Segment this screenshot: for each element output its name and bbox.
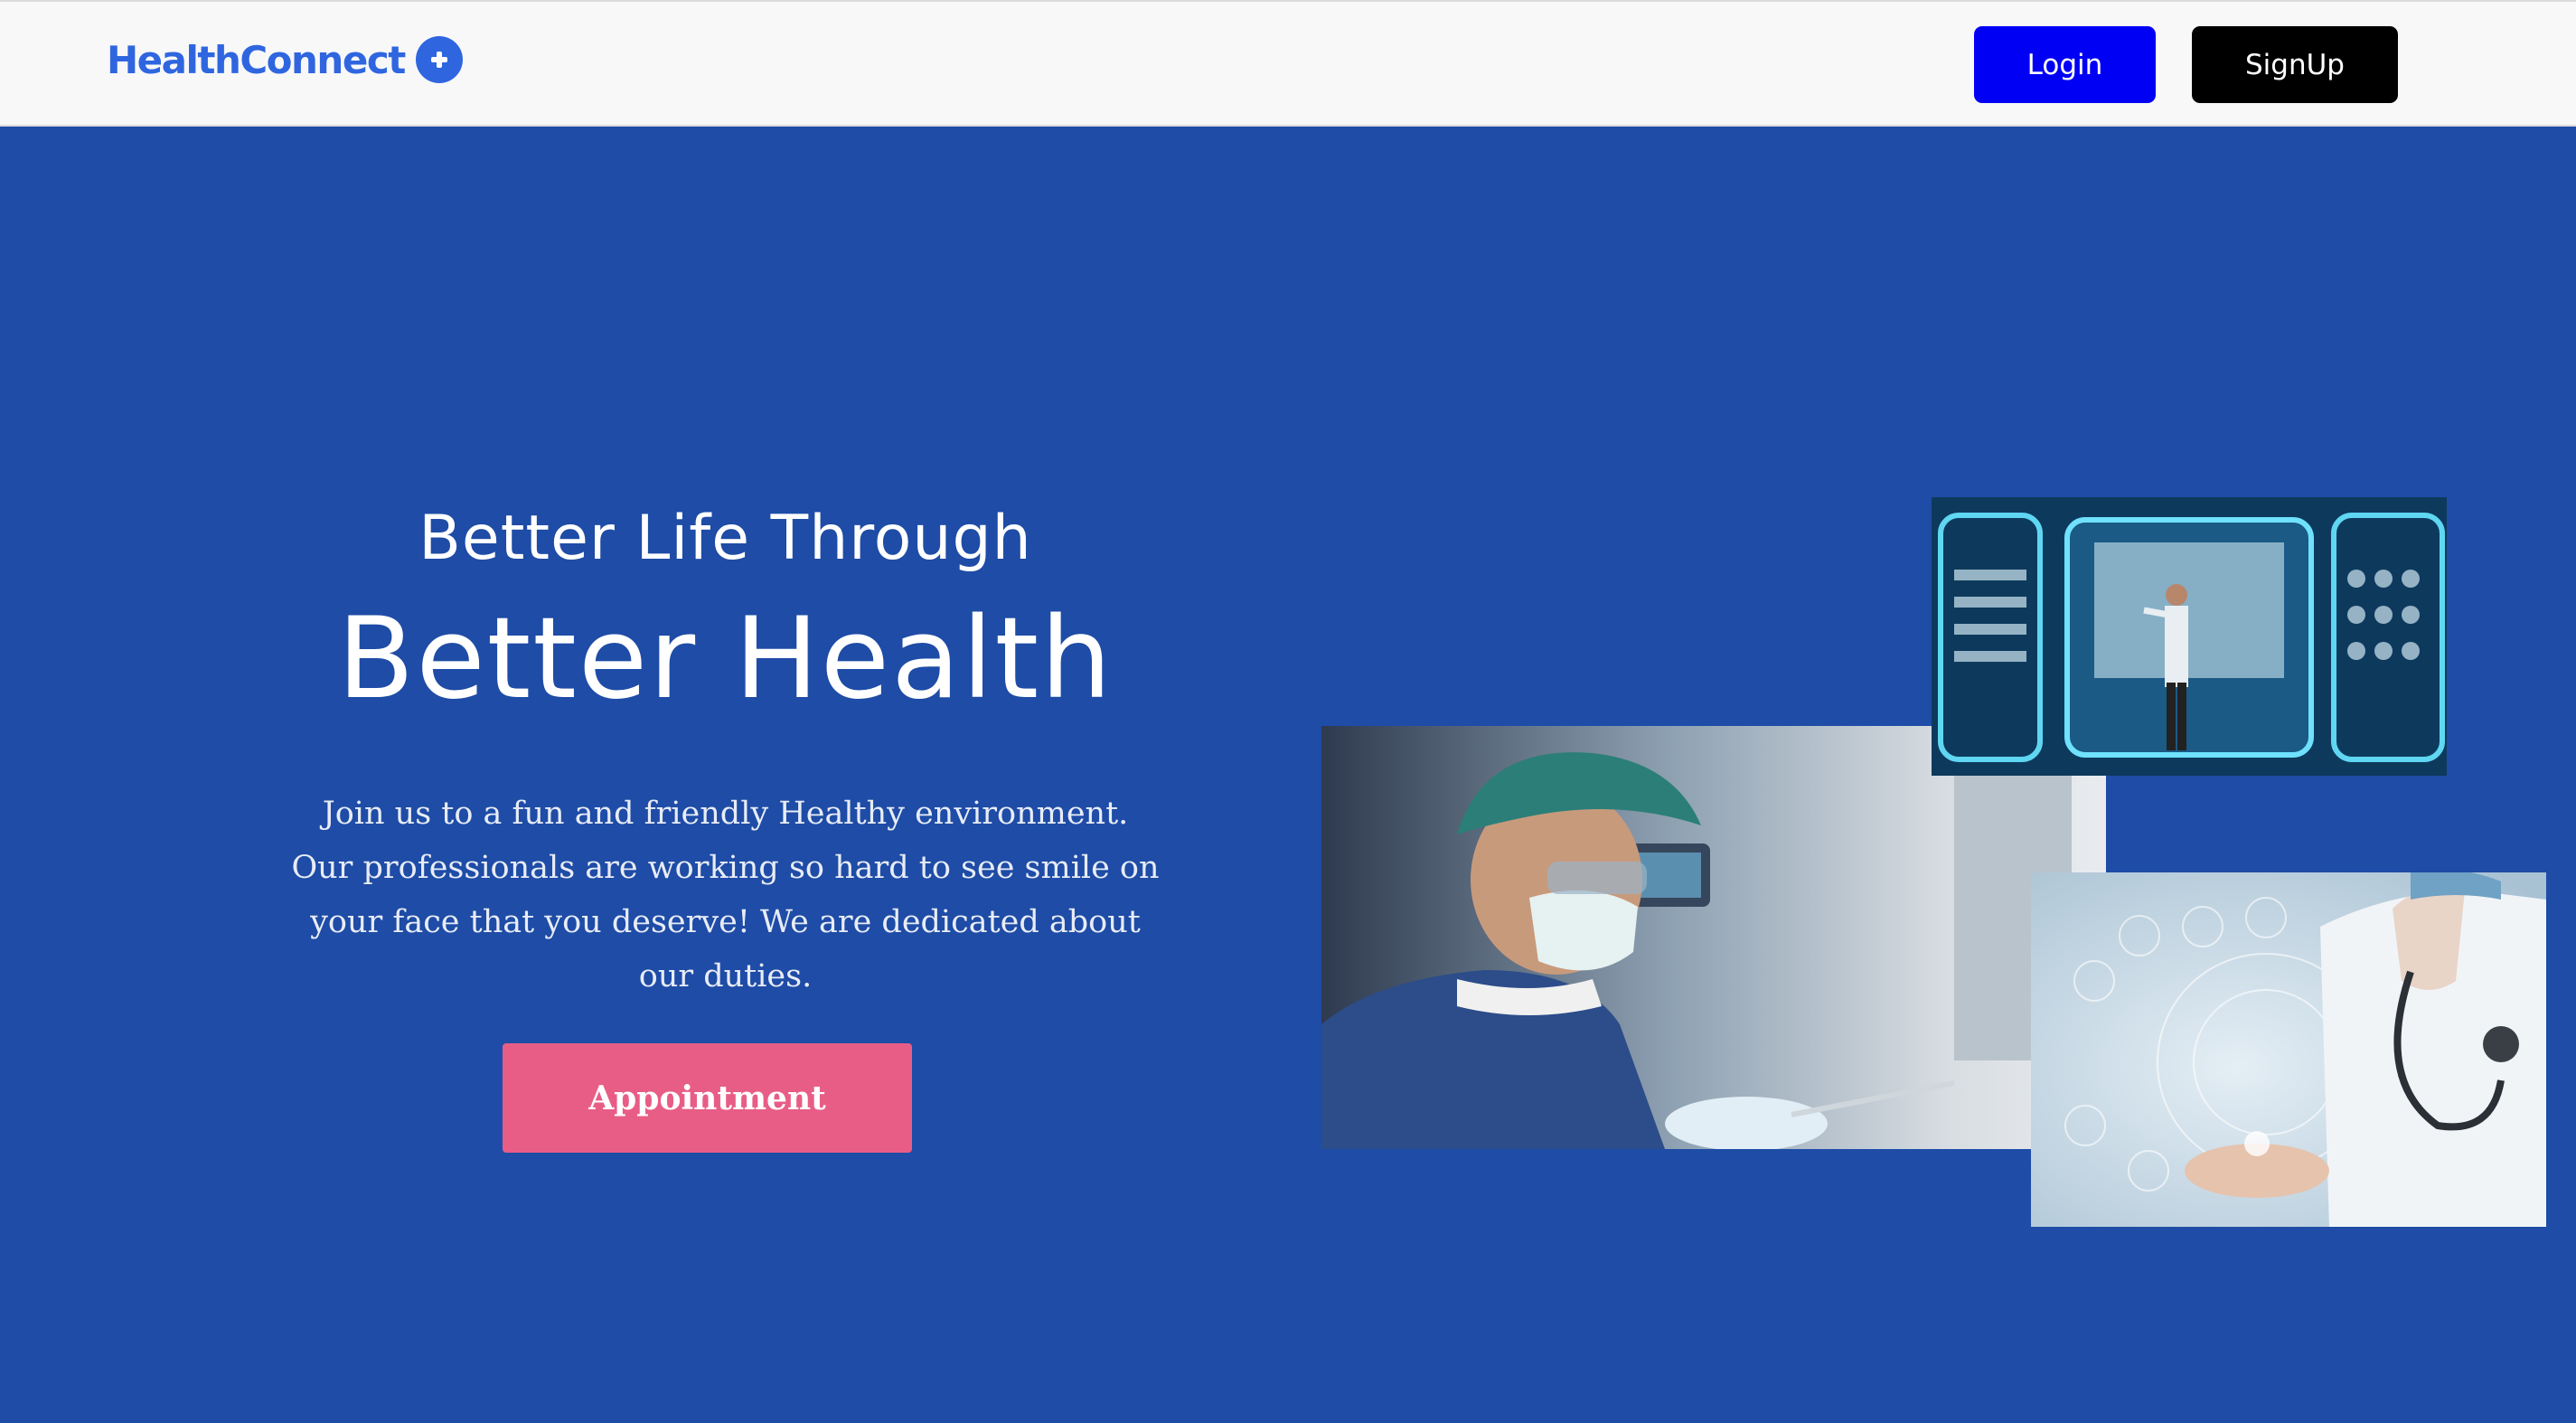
surgeon-photo [1321, 726, 2106, 1149]
hero-subheading: Better Life Through [418, 503, 1032, 574]
plus-circle-icon [415, 36, 463, 83]
signup-button[interactable]: SignUp [2192, 26, 2398, 103]
login-button[interactable]: Login [1974, 26, 2156, 103]
doctor-stethoscope-photo [2031, 872, 2546, 1227]
hologram-photo [1932, 497, 2447, 776]
hero-text-block: Better Life Through Better Health Join u… [271, 495, 1180, 1004]
brand-logo[interactable]: HealthConnect [107, 36, 463, 83]
hero-description: Join us to a fun and friendly Healthy en… [291, 796, 1160, 994]
top-navbar: HealthConnect Login SignUp [0, 0, 2576, 127]
appointment-button[interactable]: Appointment [503, 1043, 912, 1153]
brand-logo-text: HealthConnect [107, 37, 406, 82]
hero-heading: Better Health [337, 594, 1114, 724]
